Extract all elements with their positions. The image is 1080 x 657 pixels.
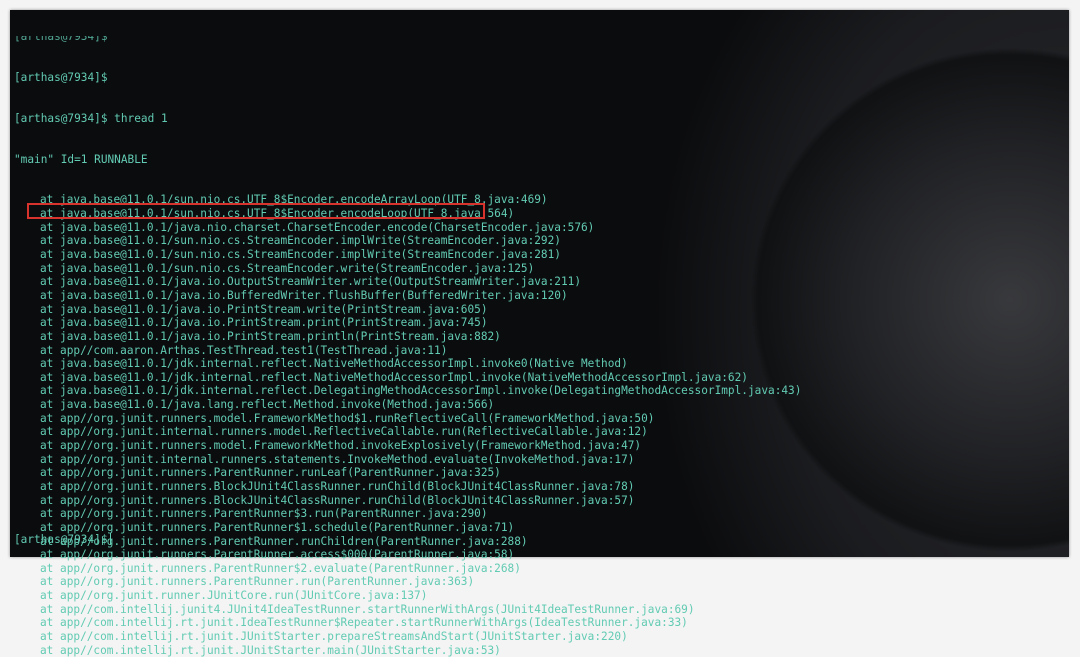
stack-frame: at app//com.intellij.rt.junit.IdeaTestRu… xyxy=(40,616,688,630)
stack-frame: at app//org.junit.runner.JUnitCore.run(J… xyxy=(40,589,428,603)
stack-frame: at java.base@11.0.1/java.lang.reflect.Me… xyxy=(40,398,495,412)
stack-frame: at java.base@11.0.1/java.io.PrintStream.… xyxy=(40,329,501,343)
stack-frame: at app//org.junit.runners.BlockJUnit4Cla… xyxy=(40,479,635,493)
stack-frame: at app//org.junit.runners.ParentRunner.r… xyxy=(40,466,501,480)
text-cursor xyxy=(109,533,111,545)
stack-frame: at java.base@11.0.1/java.io.PrintStream.… xyxy=(40,302,488,316)
terminal-window[interactable]: [arthas@7934]$ [arthas@7934]$ [arthas@79… xyxy=(10,10,1069,657)
stack-frame: at java.base@11.0.1/sun.nio.cs.StreamEnc… xyxy=(40,234,561,248)
stack-frame: at app//com.intellij.rt.junit.JUnitStart… xyxy=(40,643,501,657)
stack-frame: at app//org.junit.runners.ParentRunner$3… xyxy=(40,507,488,521)
stack-frame: at app//org.junit.runners.ParentRunner.r… xyxy=(40,575,475,589)
stack-frame: at java.base@11.0.1/java.io.BufferedWrit… xyxy=(40,288,568,302)
stack-frame: at app//org.junit.internal.runners.state… xyxy=(40,452,635,466)
stack-frame: at app//org.junit.runners.BlockJUnit4Cla… xyxy=(40,493,635,507)
stack-frame: at app//org.junit.internal.runners.model… xyxy=(40,425,648,439)
thread-header: "main" Id=1 RUNNABLE xyxy=(14,152,148,166)
stack-frame: at java.base@11.0.1/java.nio.charset.Cha… xyxy=(40,220,595,234)
stack-frame: at app//org.junit.runners.ParentRunner$1… xyxy=(40,520,515,534)
scrolled-off-line: [arthas@7934]$ xyxy=(14,36,108,44)
stack-frame: at java.base@11.0.1/jdk.internal.reflect… xyxy=(40,384,802,398)
prompt-text: [arthas@7934]$ xyxy=(14,533,108,546)
stack-frame: at app//com.intellij.junit4.JUnit4IdeaTe… xyxy=(40,602,695,616)
stack-frame: at java.base@11.0.1/sun.nio.cs.StreamEnc… xyxy=(40,248,561,262)
stack-frame: at java.base@11.0.1/sun.nio.cs.StreamEnc… xyxy=(40,261,535,275)
stack-frame: at app//org.junit.runners.model.Framewor… xyxy=(40,439,642,453)
stack-frame-highlighted: at app//com.aaron.Arthas.TestThread.test… xyxy=(40,343,448,357)
stack-frame: at app//org.junit.runners.ParentRunner$2… xyxy=(40,561,521,575)
stack-frame: at java.base@11.0.1/java.io.PrintStream.… xyxy=(40,316,488,330)
terminal-output: [arthas@7934]$ [arthas@7934]$ [arthas@79… xyxy=(14,9,801,657)
stack-frame: at app//org.junit.runners.ParentRunner.a… xyxy=(40,548,515,562)
stack-frame: at app//org.junit.runners.ParentRunner.r… xyxy=(40,534,528,548)
stack-frame: at app//com.intellij.rt.junit.JUnitStart… xyxy=(40,629,628,643)
stack-frame: at java.base@11.0.1/java.io.OutputStream… xyxy=(40,275,581,289)
highlight-box xyxy=(27,203,485,219)
stack-frame: at java.base@11.0.1/jdk.internal.reflect… xyxy=(40,370,748,384)
command-line: [arthas@7934]$ thread 1 xyxy=(14,111,168,125)
active-prompt[interactable]: [arthas@7934]$ xyxy=(14,533,111,546)
stack-frame: at java.base@11.0.1/jdk.internal.reflect… xyxy=(40,357,628,371)
stack-frame: at app//org.junit.runners.model.Framewor… xyxy=(40,411,655,425)
prompt-line: [arthas@7934]$ xyxy=(14,70,108,84)
